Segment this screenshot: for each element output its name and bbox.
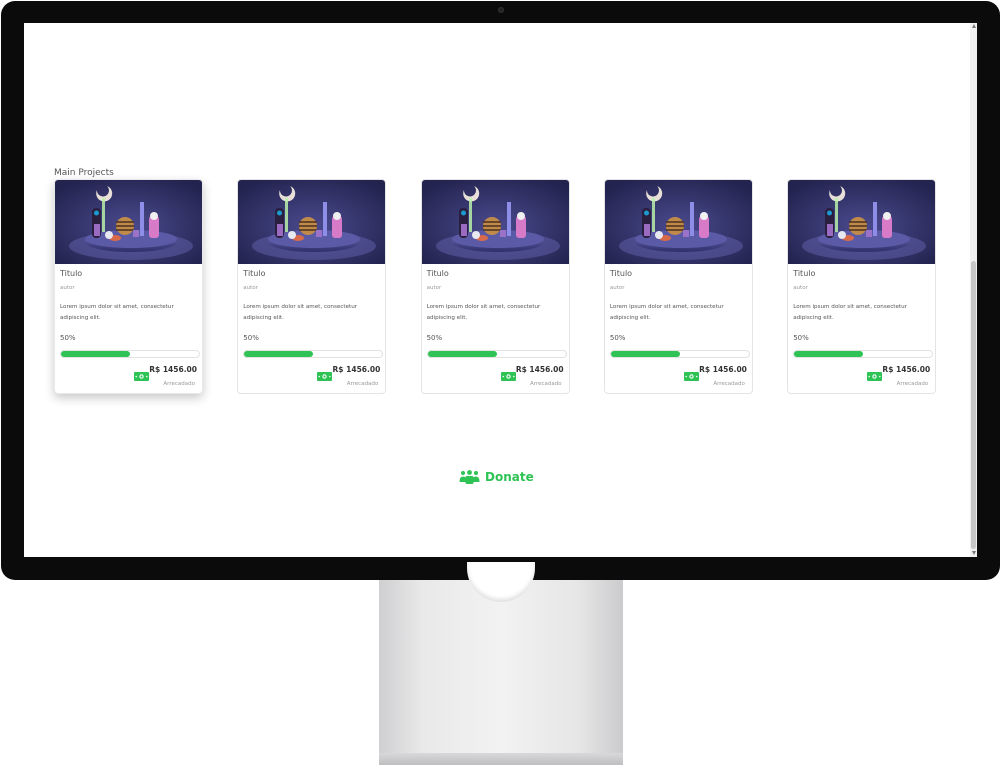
progress-bar-fill: [427, 351, 497, 357]
card-raised-label: Arrecadado: [346, 381, 379, 387]
card-author: autor: [609, 285, 625, 291]
card-description: Lorem ipsum dolor sit amet, consectetur …: [793, 304, 907, 321]
card-title: Titulo: [60, 269, 83, 278]
card-amount: R$ 1456.00: [515, 365, 564, 374]
progress-bar: [609, 350, 750, 358]
card-amount: R$ 1456.00: [332, 365, 381, 374]
people-group-icon: [459, 470, 480, 484]
card-raised-label: Arrecadado: [530, 381, 562, 387]
progress-bar: [426, 350, 567, 358]
project-card-1[interactable]: Titulo autor Lorem ipsum dolor sit amet,…: [54, 179, 203, 394]
money-bill-icon: [134, 372, 149, 381]
card-amount: R$ 1456.00: [149, 365, 197, 374]
card-title: Titulo: [793, 269, 816, 278]
scrollbar[interactable]: [970, 23, 977, 557]
progress-bar: [243, 350, 384, 358]
scroll-down-arrow-icon[interactable]: [972, 551, 976, 555]
card-description: Lorem ipsum dolor sit amet, consectetur …: [609, 304, 724, 321]
project-card-3[interactable]: Titulo autor Lorem ipsum dolor sit amet,…: [420, 179, 570, 394]
card-title: Titulo: [426, 269, 449, 278]
scrollbar-thumb[interactable]: [971, 261, 976, 549]
project-image: [788, 180, 936, 264]
card-raised-label: Arrecadado: [896, 381, 929, 387]
project-card-2[interactable]: Titulo autor Lorem ipsum dolor sit amet,…: [237, 179, 387, 394]
monitor-frame: Main Projects Titulo autor Lorem ipsum d…: [1, 1, 1000, 580]
project-image: [238, 180, 386, 264]
card-progress-percent: 50%: [60, 334, 76, 342]
card-amount: R$ 1456.00: [882, 365, 931, 374]
money-bill-icon: [317, 372, 333, 381]
card-description: Lorem ipsum dolor sit amet, consectetur …: [60, 304, 174, 321]
progress-bar-fill: [244, 351, 314, 357]
progress-bar: [793, 350, 934, 358]
card-progress-percent: 50%: [793, 334, 809, 342]
progress-bar: [60, 350, 200, 358]
section-title: Main Projects: [54, 168, 114, 178]
card-author: autor: [60, 285, 75, 291]
screen: Main Projects Titulo autor Lorem ipsum d…: [24, 23, 977, 557]
card-author: autor: [426, 285, 442, 291]
camera-dot: [498, 7, 504, 13]
card-raised-label: Arrecadado: [163, 381, 195, 387]
stand-base: [379, 753, 623, 765]
card-progress-percent: 50%: [426, 334, 443, 342]
project-image: [55, 180, 202, 264]
money-bill-icon: [500, 372, 516, 381]
stand-cutout: [467, 562, 535, 602]
card-description: Lorem ipsum dolor sit amet, consectetur …: [243, 304, 358, 321]
scroll-up-arrow-icon[interactable]: [972, 24, 976, 28]
card-raised-label: Arrecadado: [713, 381, 745, 387]
card-amount: R$ 1456.00: [699, 365, 747, 374]
card-author: autor: [793, 285, 808, 291]
project-card-5[interactable]: Titulo autor Lorem ipsum dolor sit amet,…: [787, 179, 937, 394]
progress-bar-fill: [61, 351, 130, 357]
card-progress-percent: 50%: [609, 334, 626, 342]
donate-label: Donate: [485, 470, 534, 484]
progress-bar-fill: [794, 351, 864, 357]
monitor-stand: [379, 562, 623, 765]
donate-button[interactable]: Donate: [459, 468, 534, 486]
progress-bar-fill: [610, 351, 680, 357]
project-card-4[interactable]: Titulo autor Lorem ipsum dolor sit amet,…: [603, 179, 753, 394]
card-progress-percent: 50%: [243, 334, 259, 342]
card-title: Titulo: [609, 269, 633, 278]
card-description: Lorem ipsum dolor sit amet, consectetur …: [426, 304, 541, 321]
card-title: Titulo: [243, 269, 266, 278]
money-bill-icon: [867, 372, 883, 381]
money-bill-icon: [683, 372, 699, 381]
project-image: [421, 180, 569, 264]
card-author: autor: [243, 285, 258, 291]
project-image: [604, 180, 752, 264]
